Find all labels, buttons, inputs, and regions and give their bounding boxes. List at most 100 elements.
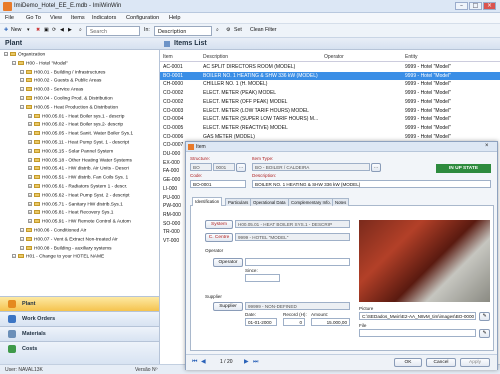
tree-node[interactable]: − Organization	[4, 52, 45, 59]
item-type-browse-button[interactable]: …	[371, 163, 381, 172]
nav-plant[interactable]: Plant	[0, 296, 159, 311]
maximize-icon[interactable]: □	[469, 2, 482, 10]
expand-toggle-icon[interactable]: +	[28, 131, 32, 136]
tree-node[interactable]: + H00.05.71 - Sanitary HW distrib.Sys.1	[28, 201, 123, 209]
expand-toggle-icon[interactable]: −	[20, 104, 24, 109]
back-icon[interactable]: ◀	[60, 27, 64, 33]
menu-file[interactable]: File	[5, 15, 14, 21]
next-record-icon[interactable]: ▶	[244, 358, 249, 365]
menu-help[interactable]: Help	[169, 15, 181, 21]
expand-toggle-icon[interactable]: +	[28, 140, 32, 144]
structure-code-field[interactable]: 0001	[213, 163, 235, 171]
nav-materials[interactable]: Materials	[0, 326, 159, 341]
file-browse-button[interactable]: ✎	[479, 329, 490, 338]
expand-toggle-icon[interactable]: +	[28, 175, 32, 180]
new-button[interactable]: New	[11, 27, 21, 33]
table-row[interactable]: AC-0001 AC SPLIT DIRECTORS ROOM (MODEL) 99…	[160, 63, 500, 71]
structure-field[interactable]: BO	[190, 163, 212, 171]
expand-toggle-icon[interactable]: −	[20, 78, 24, 83]
column-entity[interactable]: Entity	[405, 54, 418, 60]
tree-node[interactable]: + H00.05.81 - Heat Recovery Sys.1	[28, 210, 113, 217]
expand-toggle-icon[interactable]: +	[28, 192, 32, 197]
expand-toggle-icon[interactable]: −	[4, 52, 8, 56]
tree-node[interactable]: + H00.05.62 - Heat Pump Syst. 2 - descrip…	[28, 192, 129, 200]
table-row[interactable]: CO-0002 ELECT. METER (OFF PEAK) MODEL 9999…	[160, 98, 500, 106]
refresh-icon[interactable]: ⟳	[52, 27, 56, 33]
tab-complementary-info[interactable]: Complementary Info.	[288, 198, 334, 206]
expand-toggle-icon[interactable]: −	[20, 69, 24, 74]
expand-toggle-icon[interactable]: +	[28, 113, 32, 118]
forward-icon[interactable]: ▶	[68, 27, 72, 33]
item-type-field[interactable]: BO - BOILER / CALDEIRA	[252, 163, 370, 171]
dropdown-icon[interactable]: ▾	[27, 27, 30, 33]
nav-work-orders[interactable]: Work Orders	[0, 311, 159, 326]
column-operator[interactable]: Operator	[324, 54, 344, 60]
operator-button[interactable]: Operator	[213, 258, 243, 267]
clean-filter-button[interactable]: Clean Filter	[250, 27, 277, 33]
prev-record-icon[interactable]: ◀	[201, 358, 206, 365]
print-icon[interactable]: ▣	[44, 27, 49, 33]
dialog-close-icon[interactable]: ×	[485, 143, 489, 149]
table-row[interactable]: CO-0004 ELECT. METER (SUPER LOW TARIF HOU…	[160, 115, 500, 123]
system-button[interactable]: System	[205, 220, 233, 229]
search-go-icon[interactable]: ⌕	[216, 27, 219, 34]
operator-field[interactable]	[245, 258, 350, 266]
record-field[interactable]: 0	[283, 318, 305, 326]
search-input[interactable]: Search	[86, 26, 140, 36]
picture-browse-button[interactable]: ✎	[479, 312, 490, 321]
supplier-button[interactable]: Supplier	[213, 302, 243, 311]
menu-goto[interactable]: Go To	[26, 15, 41, 21]
tree-node[interactable]: − H00 - Hotel "Model"	[12, 60, 68, 68]
tree-node[interactable]: + H00.05.51 - HW distrib. Fan Coils Sys. …	[28, 175, 128, 182]
table-row[interactable]: CO-0006 GAS METER (MODEL) 9999 - Hotel "Mo…	[160, 133, 500, 141]
tree-node[interactable]: − H00.08 - Building - auxiliary systems	[20, 245, 112, 253]
column-description[interactable]: Description	[203, 54, 228, 60]
menu-configuration[interactable]: Configuration	[126, 15, 159, 21]
expand-toggle-icon[interactable]: +	[28, 157, 32, 162]
menu-indicators[interactable]: Indicators	[92, 15, 116, 21]
tree-node[interactable]: + H00.05.15 - Solar Pannel System	[28, 148, 113, 156]
menu-view[interactable]: View	[50, 15, 62, 21]
column-item[interactable]: Item	[163, 54, 173, 60]
expand-toggle-icon[interactable]: −	[20, 245, 24, 250]
tree-node[interactable]: + H00.05.11 - Heat Pump Syst. 1 - descrip…	[28, 140, 129, 147]
expand-toggle-icon[interactable]: −	[20, 87, 24, 92]
last-record-icon[interactable]: ⏭	[253, 358, 258, 366]
delete-icon[interactable]: ✖	[36, 27, 40, 33]
file-field[interactable]	[359, 329, 476, 337]
tree-node[interactable]: − H01 - Change to your HOTEL NAME	[12, 254, 104, 261]
tree-node[interactable]: − H00.05 - Heat Production & Distribution	[20, 104, 118, 112]
table-row[interactable]: CO-0005 ELECT. METER (REACTIVE) MODEL 9999…	[160, 124, 500, 132]
expand-toggle-icon[interactable]: −	[12, 60, 16, 65]
nav-costs[interactable]: Costs	[0, 341, 159, 364]
ok-button[interactable]: OK	[394, 358, 422, 367]
tree-node[interactable]: − H00.02 - Guests & Public Areas	[20, 78, 101, 85]
expand-toggle-icon[interactable]: +	[28, 122, 32, 127]
description-field[interactable]: BOILER NO. 1 HEATING & SHW 336 kW (MODEL…	[252, 180, 491, 188]
code-field[interactable]: BO-0001	[190, 180, 246, 188]
tree-node[interactable]: − H00.06 - Conditioned Air	[20, 228, 86, 235]
table-row[interactable]: CO-0003 ELECT. METER (LOW TARIF HOURS) MO…	[160, 107, 500, 115]
supplier-field[interactable]: 99999 - NON-DEFINED	[245, 302, 350, 310]
amount-field[interactable]: 15.000,00	[311, 318, 350, 326]
date-field[interactable]: 01-01-2000	[245, 318, 277, 326]
expand-toggle-icon[interactable]: −	[12, 254, 16, 259]
expand-toggle-icon[interactable]: +	[28, 219, 32, 224]
tab-particulars[interactable]: Particulars	[225, 198, 252, 206]
close-icon[interactable]: ×	[483, 2, 496, 10]
first-record-icon[interactable]: ⏮	[192, 358, 197, 366]
tree-node[interactable]: + H00.05.61 - Radiators System 1 - descr.	[28, 184, 127, 191]
tab-operational-data[interactable]: Operational Data	[250, 198, 289, 206]
expand-toggle-icon[interactable]: −	[20, 96, 24, 100]
tree-node[interactable]: + H00.05.18 - Other Heating Water Systems	[28, 157, 132, 165]
menu-items[interactable]: Items	[71, 15, 85, 21]
cost-centre-field[interactable]: 9999 - HOTEL "MODEL"	[235, 233, 350, 241]
table-row[interactable]: CO-0002 ELECT. METER (PEAK) MODEL 9999 - H…	[160, 89, 500, 97]
tree-node[interactable]: − H00.07 - Vent & Extract Non-treated Air	[20, 236, 118, 244]
table-row[interactable]: BO-0001 BOILER NO. 1 HEATING & SHW 336 kW…	[160, 71, 500, 80]
expand-toggle-icon[interactable]: +	[28, 184, 32, 188]
tree-node[interactable]: − H00.03 - Service Areas	[20, 87, 83, 94]
minimize-icon[interactable]: –	[455, 2, 468, 10]
cancel-button[interactable]: Cancel	[426, 358, 456, 367]
picture-path-field[interactable]: C:\SEDados_Mwin\E2-AA_N8vM_tim\images\BO…	[359, 312, 476, 320]
